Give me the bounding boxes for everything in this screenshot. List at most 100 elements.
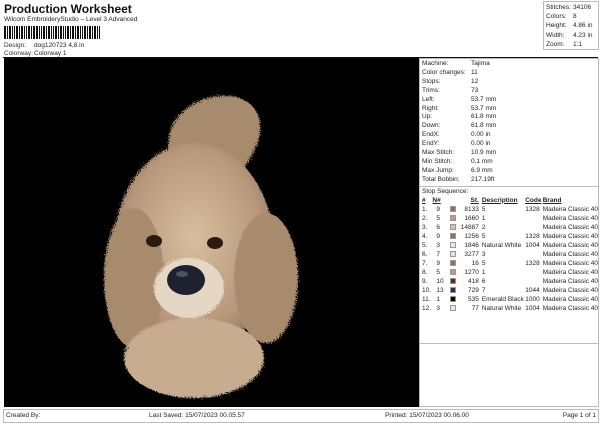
info-value: 61.8 mm	[471, 113, 497, 121]
info-row: EndX: 0.00 in	[422, 131, 596, 140]
info-label: EndX:	[422, 131, 440, 139]
table-row: 4. 9 1256 5 1328 Madeira Classic 40	[422, 232, 598, 241]
dog-embroidery-image	[104, 95, 298, 398]
row-number: 5.	[422, 241, 428, 249]
info-label: Machine:	[422, 60, 449, 67]
table-row: 3. 6 14887 2 Madeira Classic 40	[422, 223, 598, 232]
stitch-count: 1660	[464, 214, 479, 222]
info-value: 4.23 in	[573, 31, 593, 39]
info-value: 4.86 in	[573, 22, 593, 30]
col-description: Description	[481, 196, 518, 204]
description: 5	[481, 205, 486, 213]
col-number: #	[422, 196, 426, 204]
color-swatch	[449, 241, 456, 248]
needle: 9	[436, 205, 441, 213]
thread-brand: Madeira Classic 40	[542, 304, 598, 312]
info-value: 34106	[573, 4, 592, 11]
thread-code	[525, 250, 543, 259]
info-value: Tajima	[471, 60, 490, 67]
info-row: Min Stitch: 0.1 mm	[422, 158, 596, 167]
table-row: 5. 3 1846 Natural White 1004 Madeira Cla…	[422, 241, 598, 250]
info-label: Right:	[422, 104, 439, 112]
stop-sequence-table: # N# St. Description Code Brand 1. 9 813…	[422, 196, 598, 313]
thread-brand: Madeira Classic 40	[542, 232, 598, 240]
col-needle: N#	[432, 196, 441, 204]
thread-code: 1328	[525, 259, 540, 267]
thread-brand: Madeira Classic 40	[542, 286, 598, 294]
thread-code: 1044	[525, 286, 540, 294]
table-row: 2. 5 1660 1 Madeira Classic 40	[422, 214, 598, 223]
dog-eye-right	[207, 237, 223, 249]
row-number: 6.	[422, 250, 428, 258]
machine-info: Machine: Tajima Color changes: 11 Stops: 12 Tr…	[420, 59, 598, 186]
color-swatch	[449, 304, 456, 311]
stitch-count: 14887	[460, 223, 479, 231]
stop-sequence-label: Stop Sequence:	[420, 185, 598, 196]
stitch-count: 3277	[464, 250, 479, 258]
color-swatch	[449, 259, 456, 266]
info-panel: Machine: Tajima Color changes: 11 Stops: 12 Tr…	[419, 58, 599, 407]
stitch-count: 1846	[464, 241, 479, 249]
row-number: 12.	[422, 304, 432, 312]
thread-brand: Madeira Classic 40	[542, 277, 598, 285]
info-row: Machine: Tajima	[422, 60, 596, 69]
thread-brand: Madeira Classic 40	[542, 250, 598, 258]
table-row: 12. 3 77 Natural White 1004 Madeira Clas…	[422, 304, 598, 313]
table-row: 9. 10 418 6 Madeira Classic 40	[422, 277, 598, 286]
description: 7	[481, 286, 486, 294]
dog-nose	[167, 265, 205, 295]
thread-brand: Madeira Classic 40	[542, 205, 598, 213]
stats-box: Stitches: 34106 Colors: 8 Height: 4.86 in Widt…	[543, 1, 599, 50]
info-label: Max Jump:	[422, 166, 454, 174]
info-value: 73	[471, 86, 479, 94]
row-number: 1.	[422, 205, 428, 213]
info-row: Width: 4.23 in	[546, 31, 596, 40]
table-row: 6. 7 3277 3 Madeira Classic 40	[422, 250, 598, 259]
colorway-value: Colorway 1	[34, 50, 67, 57]
barcode	[4, 26, 130, 39]
needle: 5	[436, 268, 441, 276]
created-by: Created By:	[6, 412, 41, 419]
row-number: 8.	[422, 268, 428, 276]
color-swatch	[449, 277, 456, 284]
description: 1	[481, 268, 486, 276]
design-info: Design: dog120723 4,8 in	[4, 42, 84, 49]
row-number: 9.	[422, 277, 428, 285]
dog-eye-left	[146, 235, 162, 247]
needle: 6	[436, 223, 441, 231]
info-row: Total Bobbin: 217.19ft	[422, 176, 596, 185]
stitch-count: 418	[467, 277, 479, 285]
row-number: 2.	[422, 214, 428, 222]
description: 3	[481, 250, 486, 258]
thread-code: 1328	[525, 205, 540, 213]
stitch-count: 77	[471, 304, 479, 312]
info-value: 0.00 in	[471, 140, 491, 148]
table-row: 11. 1 535 Emerald Black 1000 Madeira Cla…	[422, 295, 598, 304]
row-number: 10.	[422, 286, 432, 294]
thread-code	[525, 214, 543, 223]
info-row: Trims: 73	[422, 87, 596, 96]
info-label: Zoom:	[546, 40, 565, 48]
color-swatch	[449, 223, 456, 230]
row-number: 4.	[422, 232, 428, 240]
info-label: Trims:	[422, 86, 440, 94]
info-row: Up: 61.8 mm	[422, 113, 596, 122]
info-row: Max Stitch: 10.9 mm	[422, 149, 596, 158]
info-label: Up:	[422, 113, 433, 121]
stitch-count: 1270	[464, 268, 479, 276]
info-label: Stops:	[422, 77, 441, 85]
info-row: Stops: 12	[422, 78, 596, 87]
info-value: 10.9 mm	[471, 149, 497, 157]
color-swatch	[449, 268, 456, 275]
needle: 1	[436, 295, 441, 303]
info-row: Color changes: 11	[422, 69, 596, 78]
info-label: EndY:	[422, 140, 440, 148]
needle: 10	[436, 277, 444, 285]
info-value: 53.7 mm	[471, 95, 497, 103]
info-label: Stitches:	[546, 4, 571, 11]
color-swatch	[449, 250, 456, 257]
info-row: Left: 53.7 mm	[422, 96, 596, 105]
col-brand: Brand	[542, 196, 562, 204]
info-row: Max Jump: 6.9 mm	[422, 167, 596, 176]
table-row: 8. 5 1270 1 Madeira Classic 40	[422, 268, 598, 277]
